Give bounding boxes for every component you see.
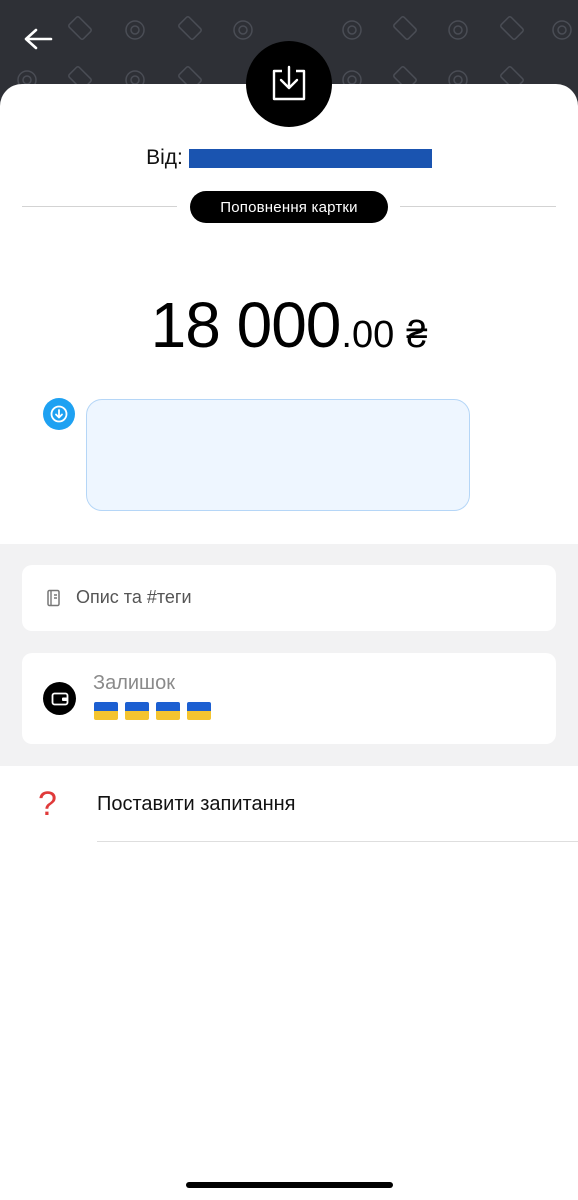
amount-decimal: .00: [341, 314, 395, 356]
amount-integer: 18 000: [150, 289, 342, 361]
divider-right: [400, 206, 556, 207]
notes-icon: [47, 589, 60, 607]
from-label: Від:: [146, 146, 183, 169]
back-button[interactable]: [18, 22, 58, 56]
transaction-type-badge: [246, 41, 332, 127]
balance-label: Залишок: [93, 672, 175, 694]
ask-question-button[interactable]: ? Поставити запитання: [0, 766, 578, 842]
comment-bubble: [86, 399, 470, 511]
ukraine-flag-icon: [156, 702, 180, 720]
currency-symbol: ₴: [406, 314, 428, 356]
ask-question-label: Поставити запитання: [97, 793, 296, 815]
description-tags-field[interactable]: Опис та #теги: [22, 565, 556, 631]
ukraine-flag-icon: [94, 702, 118, 720]
ukraine-flag-icon: [187, 702, 211, 720]
sender-redacted: [188, 148, 432, 168]
divider-left: [22, 206, 177, 207]
description-placeholder: Опис та #теги: [76, 587, 192, 607]
question-icon: ?: [38, 785, 57, 823]
arrow-left-icon: [24, 28, 53, 50]
home-indicator[interactable]: [186, 1182, 393, 1188]
chat-download-icon: [43, 398, 75, 430]
balance-hidden-value: [94, 702, 211, 720]
transaction-type-pill: Поповнення картки: [190, 191, 388, 223]
ukraine-flag-icon: [125, 702, 149, 720]
balance-card: Залишок: [22, 653, 556, 744]
download-tray-icon: [272, 65, 306, 101]
amount-display: 18 000 .00 ₴: [0, 288, 578, 368]
wallet-icon: [43, 682, 76, 715]
sender-row: Від:: [0, 144, 578, 172]
row-separator: [97, 841, 578, 842]
